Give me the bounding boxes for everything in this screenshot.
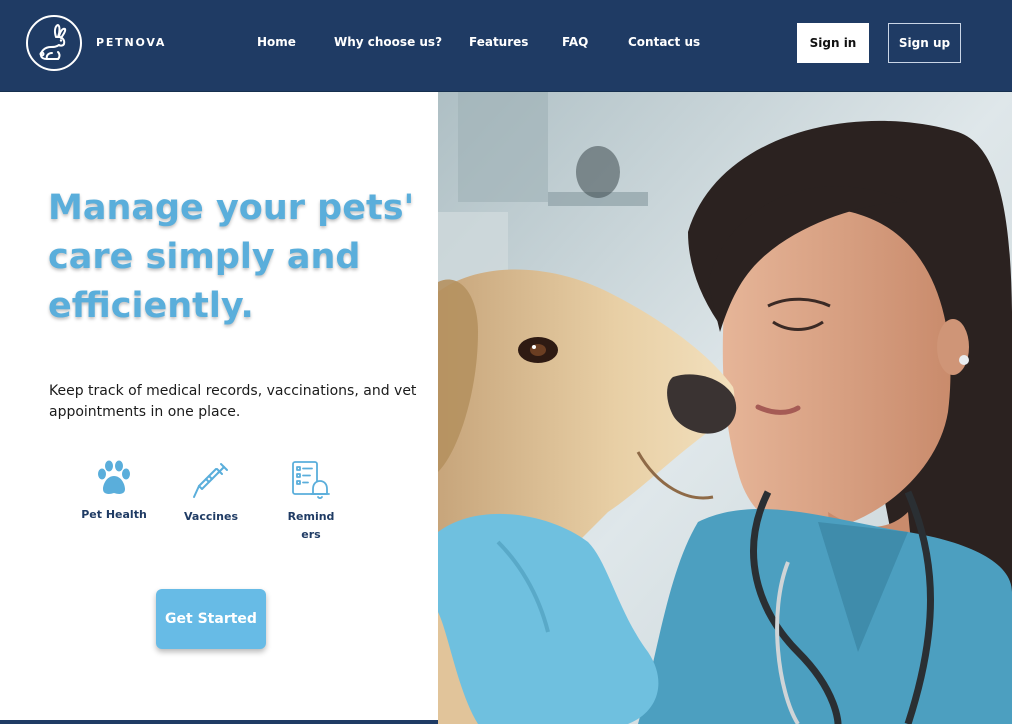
hero-headline: Manage your pets' care simply and effici… (48, 188, 415, 326)
feature-pet-health: Pet Health (74, 460, 154, 524)
vet-with-dog-photo (438, 92, 1012, 724)
syringe-icon (193, 463, 228, 498)
feature-label: Vaccines (184, 510, 238, 523)
hero-subtitle: Keep track of medical records, vaccinati… (49, 383, 417, 420)
reminder-checklist-icon (292, 461, 330, 500)
feature-label: Pet Health (81, 508, 147, 521)
bottom-border (0, 720, 438, 724)
feature-label: Remind ers (287, 510, 335, 541)
feature-vaccines: Vaccines (171, 460, 251, 526)
rabbit-icon (39, 24, 67, 60)
nav-faq[interactable]: FAQ (562, 35, 588, 49)
nav-contact-us[interactable]: Contact us (628, 35, 700, 49)
get-started-button[interactable]: Get Started (156, 589, 266, 649)
paw-icon (98, 460, 130, 494)
nav-features[interactable]: Features (469, 35, 528, 49)
logo[interactable] (26, 15, 82, 71)
nav-home[interactable]: Home (257, 35, 296, 49)
sign-up-button[interactable]: Sign up (888, 23, 961, 63)
feature-reminders: Remind ers (271, 460, 351, 544)
brand-name: PETNOVA (96, 36, 167, 49)
sign-in-button[interactable]: Sign in (797, 23, 869, 63)
top-navbar: PETNOVA Home Why choose us? Features FAQ… (0, 0, 1012, 92)
nav-why-choose-us[interactable]: Why choose us? (334, 35, 442, 49)
